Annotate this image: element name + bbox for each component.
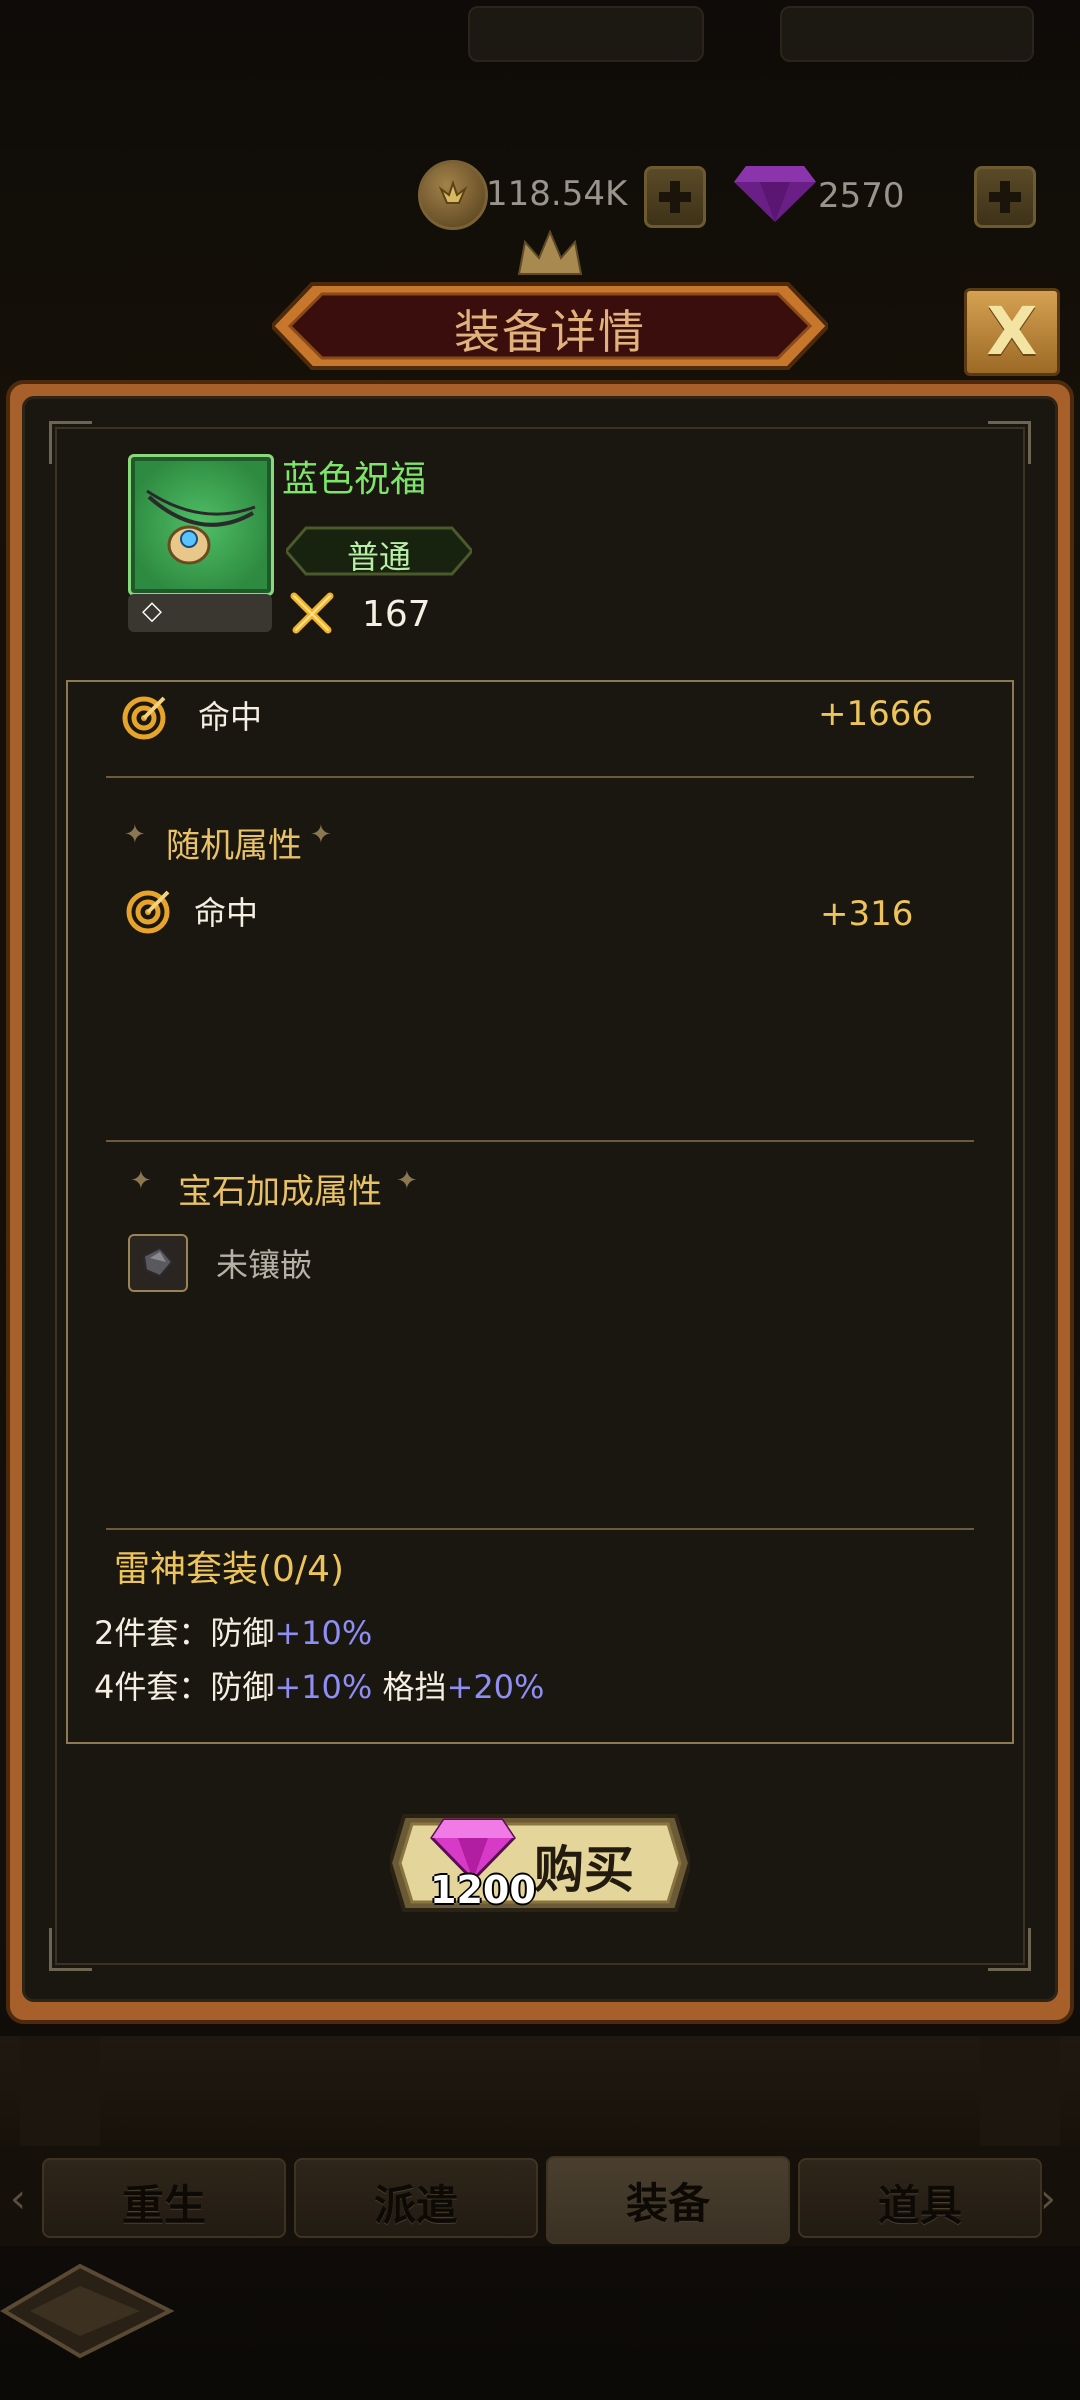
- corner-ornament: [49, 1928, 92, 1971]
- shelf-post: [20, 2036, 100, 2146]
- gold-pill: [468, 6, 704, 62]
- gem-amount: 2570: [818, 176, 905, 216]
- target-icon: [126, 890, 170, 934]
- base-stat-value: +1666: [818, 694, 934, 734]
- divider: [106, 1140, 974, 1142]
- gem-bonus-title: 宝石加成属性: [178, 1172, 382, 1212]
- rarity-badge: 普通: [286, 526, 472, 576]
- shelf: [0, 2036, 1080, 2146]
- page-title: 装备详情: [454, 305, 646, 359]
- set-bonus-prefix: 4件套：防御: [94, 1668, 275, 1706]
- gem-slot-label: 未镶嵌: [216, 1246, 313, 1284]
- random-attributes-title: 随机属性: [166, 826, 302, 866]
- set-bonus-mid: 格挡: [372, 1668, 447, 1706]
- buy-label: 购买: [534, 1841, 634, 1899]
- tab-rebirth[interactable]: 重生: [42, 2158, 286, 2238]
- divider: [106, 1528, 974, 1530]
- gem-socket[interactable]: [128, 1234, 188, 1292]
- diamond-icon: ◇: [142, 596, 162, 626]
- random-stat-label: 命中: [194, 894, 259, 932]
- tab-label: 装备: [625, 2179, 710, 2228]
- set-bonus-value: +10%: [274, 1668, 373, 1706]
- close-button[interactable]: X: [964, 288, 1060, 376]
- tab-label: 重生: [121, 2181, 206, 2230]
- set-bonus-line: 2件套：防御+10%: [94, 1608, 372, 1654]
- tab-dispatch[interactable]: 派遣: [294, 2158, 538, 2238]
- combat-power-value: 167: [362, 594, 431, 635]
- gem-icon: [734, 166, 816, 222]
- add-gold-button[interactable]: [644, 166, 706, 228]
- set-bonus-value: +20%: [446, 1668, 545, 1706]
- sparkle-icon: ✦: [396, 1166, 418, 1196]
- crossed-swords-icon: [290, 592, 334, 634]
- set-bonus-prefix: 2件套：防御: [94, 1614, 275, 1652]
- base-stat-label: 命中: [198, 698, 263, 736]
- gold-amount: 118.54K: [486, 174, 628, 214]
- gold-coin-icon: [418, 160, 488, 230]
- item-slot-indicator: ◇: [128, 594, 272, 632]
- divider: [106, 776, 974, 778]
- tab-items[interactable]: 道具: [798, 2158, 1042, 2238]
- amulet-necklace-icon[interactable]: [128, 454, 274, 596]
- rarity-label: 普通: [346, 538, 411, 576]
- chevron-right-icon[interactable]: ›: [1040, 2176, 1056, 2222]
- corner-ornament: [988, 1928, 1031, 1971]
- gem-pill: [780, 6, 1034, 62]
- sparkle-icon: ✦: [130, 1166, 152, 1196]
- tab-label: 派遣: [373, 2181, 458, 2230]
- target-icon: [122, 696, 166, 740]
- buy-button[interactable]: 购买 1200: [390, 1810, 690, 1916]
- tab-label: 道具: [877, 2181, 962, 2230]
- sparkle-icon: ✦: [124, 820, 146, 850]
- close-icon: X: [986, 293, 1038, 370]
- chevron-left-icon[interactable]: ‹: [10, 2176, 26, 2222]
- random-stat-value: +316: [820, 894, 914, 934]
- sparkle-icon: ✦: [310, 820, 332, 850]
- shelf-post: [980, 2036, 1060, 2146]
- add-gems-button[interactable]: [974, 166, 1036, 228]
- corner-ornament: [988, 421, 1031, 464]
- empty-gem-icon: [142, 1246, 174, 1278]
- set-bonus-line: 4件套：防御+10% 格挡+20%: [94, 1662, 544, 1708]
- back-arrow-icon[interactable]: [0, 2256, 180, 2366]
- set-bonus-title: 雷神套装(0/4): [114, 1549, 345, 1590]
- corner-ornament: [49, 421, 92, 464]
- crown-icon: [517, 229, 583, 275]
- item-name: 蓝色祝福: [282, 459, 427, 500]
- tab-equipment[interactable]: 装备: [546, 2156, 790, 2244]
- buy-price: 1200: [430, 1868, 536, 1912]
- set-bonus-value: +10%: [274, 1614, 373, 1652]
